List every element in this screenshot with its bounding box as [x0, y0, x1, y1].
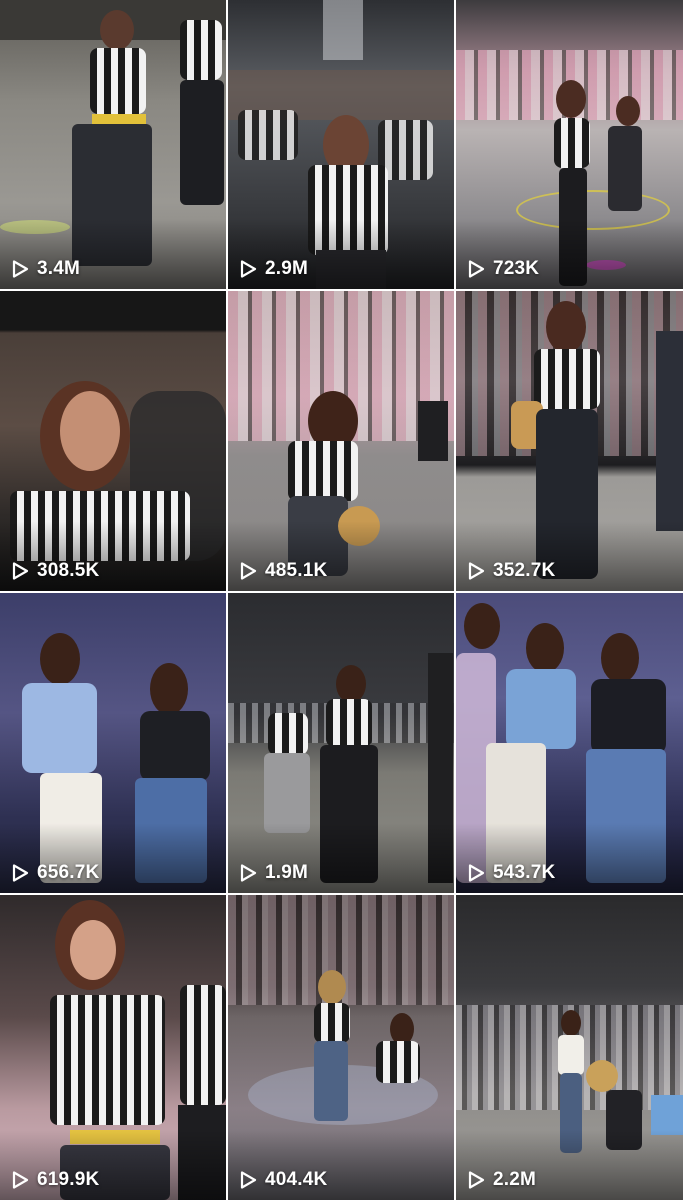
thumbnail-image: [456, 593, 683, 893]
video-thumbnail[interactable]: 308.5K: [0, 291, 226, 591]
video-thumbnail[interactable]: 2.9M: [228, 0, 454, 289]
video-thumbnail[interactable]: 404.4K: [228, 895, 454, 1200]
play-outline-icon: [466, 863, 486, 883]
view-count-text: 308.5K: [37, 560, 100, 581]
view-count-text: 543.7K: [493, 862, 556, 883]
play-outline-icon: [10, 863, 30, 883]
video-thumbnail[interactable]: 3.4M: [0, 0, 226, 289]
video-thumbnail[interactable]: 352.7K: [456, 291, 683, 591]
video-grid: 3.4M 2.9M 723K 308.5K 485.1K 352.7K 656.…: [0, 0, 683, 1200]
play-outline-icon: [238, 1170, 258, 1190]
view-count-text: 404.4K: [265, 1169, 328, 1190]
view-count: 3.4M: [10, 258, 80, 280]
view-count-text: 485.1K: [265, 560, 328, 581]
view-count: 543.7K: [466, 862, 555, 884]
play-outline-icon: [10, 1170, 30, 1190]
thumbnail-image: [456, 895, 683, 1200]
thumbnail-image: [0, 593, 226, 893]
view-count-text: 723K: [493, 258, 540, 279]
play-outline-icon: [466, 561, 486, 581]
view-count-text: 619.9K: [37, 1169, 100, 1190]
view-count: 308.5K: [10, 560, 99, 582]
view-count-text: 352.7K: [493, 560, 556, 581]
play-outline-icon: [238, 259, 258, 279]
play-outline-icon: [238, 863, 258, 883]
video-thumbnail[interactable]: 2.2M: [456, 895, 683, 1200]
thumbnail-image: [0, 895, 226, 1200]
view-count: 1.9M: [238, 862, 308, 884]
view-count: 352.7K: [466, 560, 555, 582]
play-outline-icon: [238, 561, 258, 581]
thumbnail-image: [228, 0, 454, 289]
thumbnail-image: [0, 291, 226, 591]
view-count: 656.7K: [10, 862, 99, 884]
view-count: 619.9K: [10, 1169, 99, 1191]
video-thumbnail[interactable]: 723K: [456, 0, 683, 289]
thumbnail-image: [228, 895, 454, 1200]
play-outline-icon: [466, 1170, 486, 1190]
thumbnail-image: [456, 0, 683, 289]
view-count: 2.2M: [466, 1169, 536, 1191]
view-count-text: 1.9M: [265, 862, 309, 883]
video-thumbnail[interactable]: 656.7K: [0, 593, 226, 893]
view-count: 723K: [466, 258, 539, 280]
view-count-text: 656.7K: [37, 862, 100, 883]
thumbnail-image: [228, 291, 454, 591]
view-count: 2.9M: [238, 258, 308, 280]
video-thumbnail[interactable]: 485.1K: [228, 291, 454, 591]
view-count: 485.1K: [238, 560, 327, 582]
view-count: 404.4K: [238, 1169, 327, 1191]
thumbnail-image: [0, 0, 226, 289]
video-thumbnail[interactable]: 1.9M: [228, 593, 454, 893]
play-outline-icon: [10, 561, 30, 581]
view-count-text: 2.9M: [265, 258, 309, 279]
video-thumbnail[interactable]: 543.7K: [456, 593, 683, 893]
video-thumbnail[interactable]: 619.9K: [0, 895, 226, 1200]
thumbnail-image: [456, 291, 683, 591]
play-outline-icon: [10, 259, 30, 279]
view-count-text: 2.2M: [493, 1169, 537, 1190]
view-count-text: 3.4M: [37, 258, 81, 279]
play-outline-icon: [466, 259, 486, 279]
thumbnail-image: [228, 593, 454, 893]
